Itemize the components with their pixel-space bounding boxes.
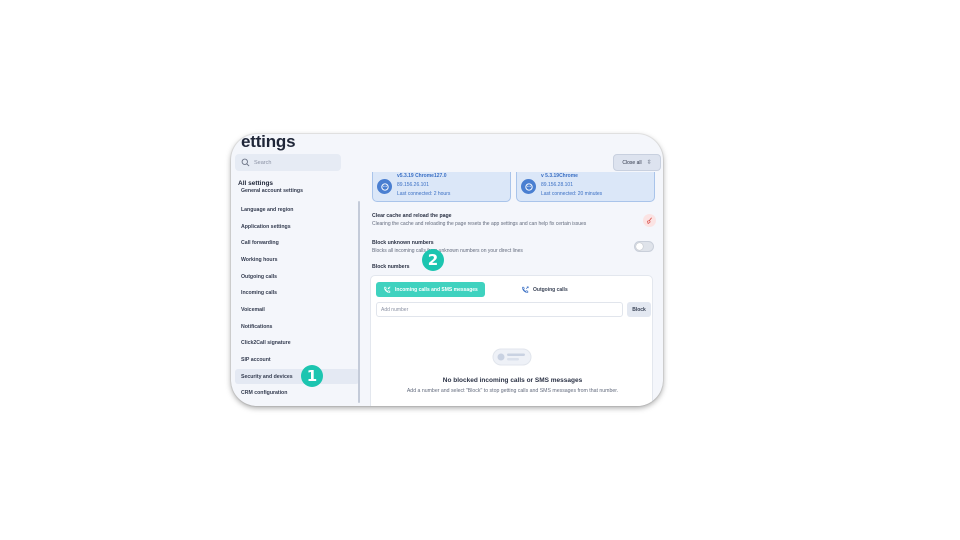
clear-cache-button[interactable] [643, 214, 656, 227]
block-unknown-title: Block unknown numbers [372, 240, 434, 246]
sidebar-scrollbar[interactable] [358, 201, 360, 403]
sidebar-item-label: Application settings [241, 223, 291, 230]
sidebar-item-working-hours[interactable]: Working hours [235, 252, 359, 267]
sidebar-item-label: General account settings [241, 188, 303, 194]
sidebar-item-label: Voicemail [241, 306, 265, 313]
outgoing-call-icon [522, 285, 529, 293]
sidebar-item-incoming[interactable]: Incoming calls [235, 285, 359, 300]
sidebar-item-sip[interactable]: SIP account [235, 352, 359, 367]
device-card: v 5.3.19Chrome 89.156.28.101 Last connec… [516, 172, 655, 202]
incoming-call-icon [384, 286, 391, 293]
sidebar-item-forwarding[interactable]: Call forwarding [235, 235, 359, 250]
sidebar-item-click2call[interactable]: Click2Call signature [235, 335, 359, 350]
sidebar-item-label: Security and devices [241, 373, 293, 380]
sidebar-item-crm[interactable]: CRM configuration [235, 385, 359, 400]
step-badge-2: 2 [422, 249, 444, 271]
sidebar-item-label: Outgoing calls [241, 273, 278, 280]
block-numbers-panel: Incoming calls and SMS messages Outgoing… [370, 275, 653, 406]
settings-window: ettings Close all ⇳ All settings General… [231, 134, 663, 406]
page-title: ettings [241, 134, 296, 151]
sidebar: General account settings Language and re… [231, 187, 361, 406]
empty-state-title: No blocked incoming calls or SMS message… [442, 377, 583, 384]
search-icon [241, 158, 250, 167]
device-ip: 89.156.28.101 [541, 182, 573, 188]
block-button[interactable]: Block [627, 302, 651, 317]
collapse-icon: ⇳ [646, 159, 652, 166]
search-input[interactable] [254, 159, 334, 166]
sidebar-item-application[interactable]: Application settings [235, 219, 359, 234]
device-ip: 89.156.26.101 [397, 182, 429, 188]
sidebar-item-label: SIP account [241, 356, 271, 363]
main-content: v5.3.19 Chrome127.0 89.156.26.101 Last c… [368, 172, 660, 406]
empty-state-description: Add a number and select "Block" to stop … [406, 388, 619, 394]
tab-label: Outgoing calls [533, 286, 568, 293]
sidebar-item-label: Language and region [241, 206, 294, 213]
step-badge-1: 1 [301, 365, 323, 387]
cache-description: Clearing the cache and reloading the pag… [372, 221, 587, 227]
add-number-input[interactable] [376, 302, 623, 317]
search-box[interactable] [235, 154, 341, 171]
block-unknown-toggle[interactable] [634, 241, 654, 252]
tab-incoming[interactable]: Incoming calls and SMS messages [376, 282, 485, 297]
sidebar-item-label: CRM configuration [241, 389, 288, 396]
cache-title: Clear cache and reload the page [372, 213, 452, 219]
tab-outgoing[interactable]: Outgoing calls [514, 282, 575, 297]
block-numbers-title: Block numbers [372, 264, 410, 270]
sidebar-item-outgoing[interactable]: Outgoing calls [235, 269, 359, 284]
broom-icon [646, 217, 652, 224]
block-unknown-description: Blocks all incoming calls from unknown n… [372, 248, 523, 254]
sidebar-item-notifications[interactable]: Notifications [235, 319, 359, 334]
sidebar-item-label: Incoming calls [241, 289, 278, 296]
empty-list-icon [492, 348, 532, 366]
sidebar-item-general[interactable]: General account settings [235, 187, 359, 196]
sidebar-item-label: Notifications [241, 323, 273, 330]
sidebar-item-security[interactable]: Security and devices [235, 369, 359, 384]
device-version: v5.3.19 Chrome127.0 [397, 173, 447, 179]
device-icon [521, 179, 536, 194]
sidebar-item-language[interactable]: Language and region [235, 202, 359, 217]
sidebar-item-label: Call forwarding [241, 239, 279, 246]
toggle-knob [636, 243, 643, 250]
close-all-button[interactable]: Close all ⇳ [613, 154, 661, 171]
device-version: v 5.3.19Chrome [541, 173, 578, 179]
tab-label: Incoming calls and SMS messages [395, 286, 478, 293]
device-last-connected: Last connected: 20 minutes [541, 191, 603, 197]
device-card: v5.3.19 Chrome127.0 89.156.26.101 Last c… [372, 172, 511, 202]
close-all-label: Close all [622, 159, 642, 166]
sidebar-item-label: Working hours [241, 256, 278, 263]
sidebar-item-voicemail[interactable]: Voicemail [235, 302, 359, 317]
sidebar-title: All settings [238, 180, 274, 187]
sidebar-item-label: Click2Call signature [241, 339, 291, 346]
device-icon [377, 179, 392, 194]
device-last-connected: Last connected: 2 hours [397, 191, 451, 197]
